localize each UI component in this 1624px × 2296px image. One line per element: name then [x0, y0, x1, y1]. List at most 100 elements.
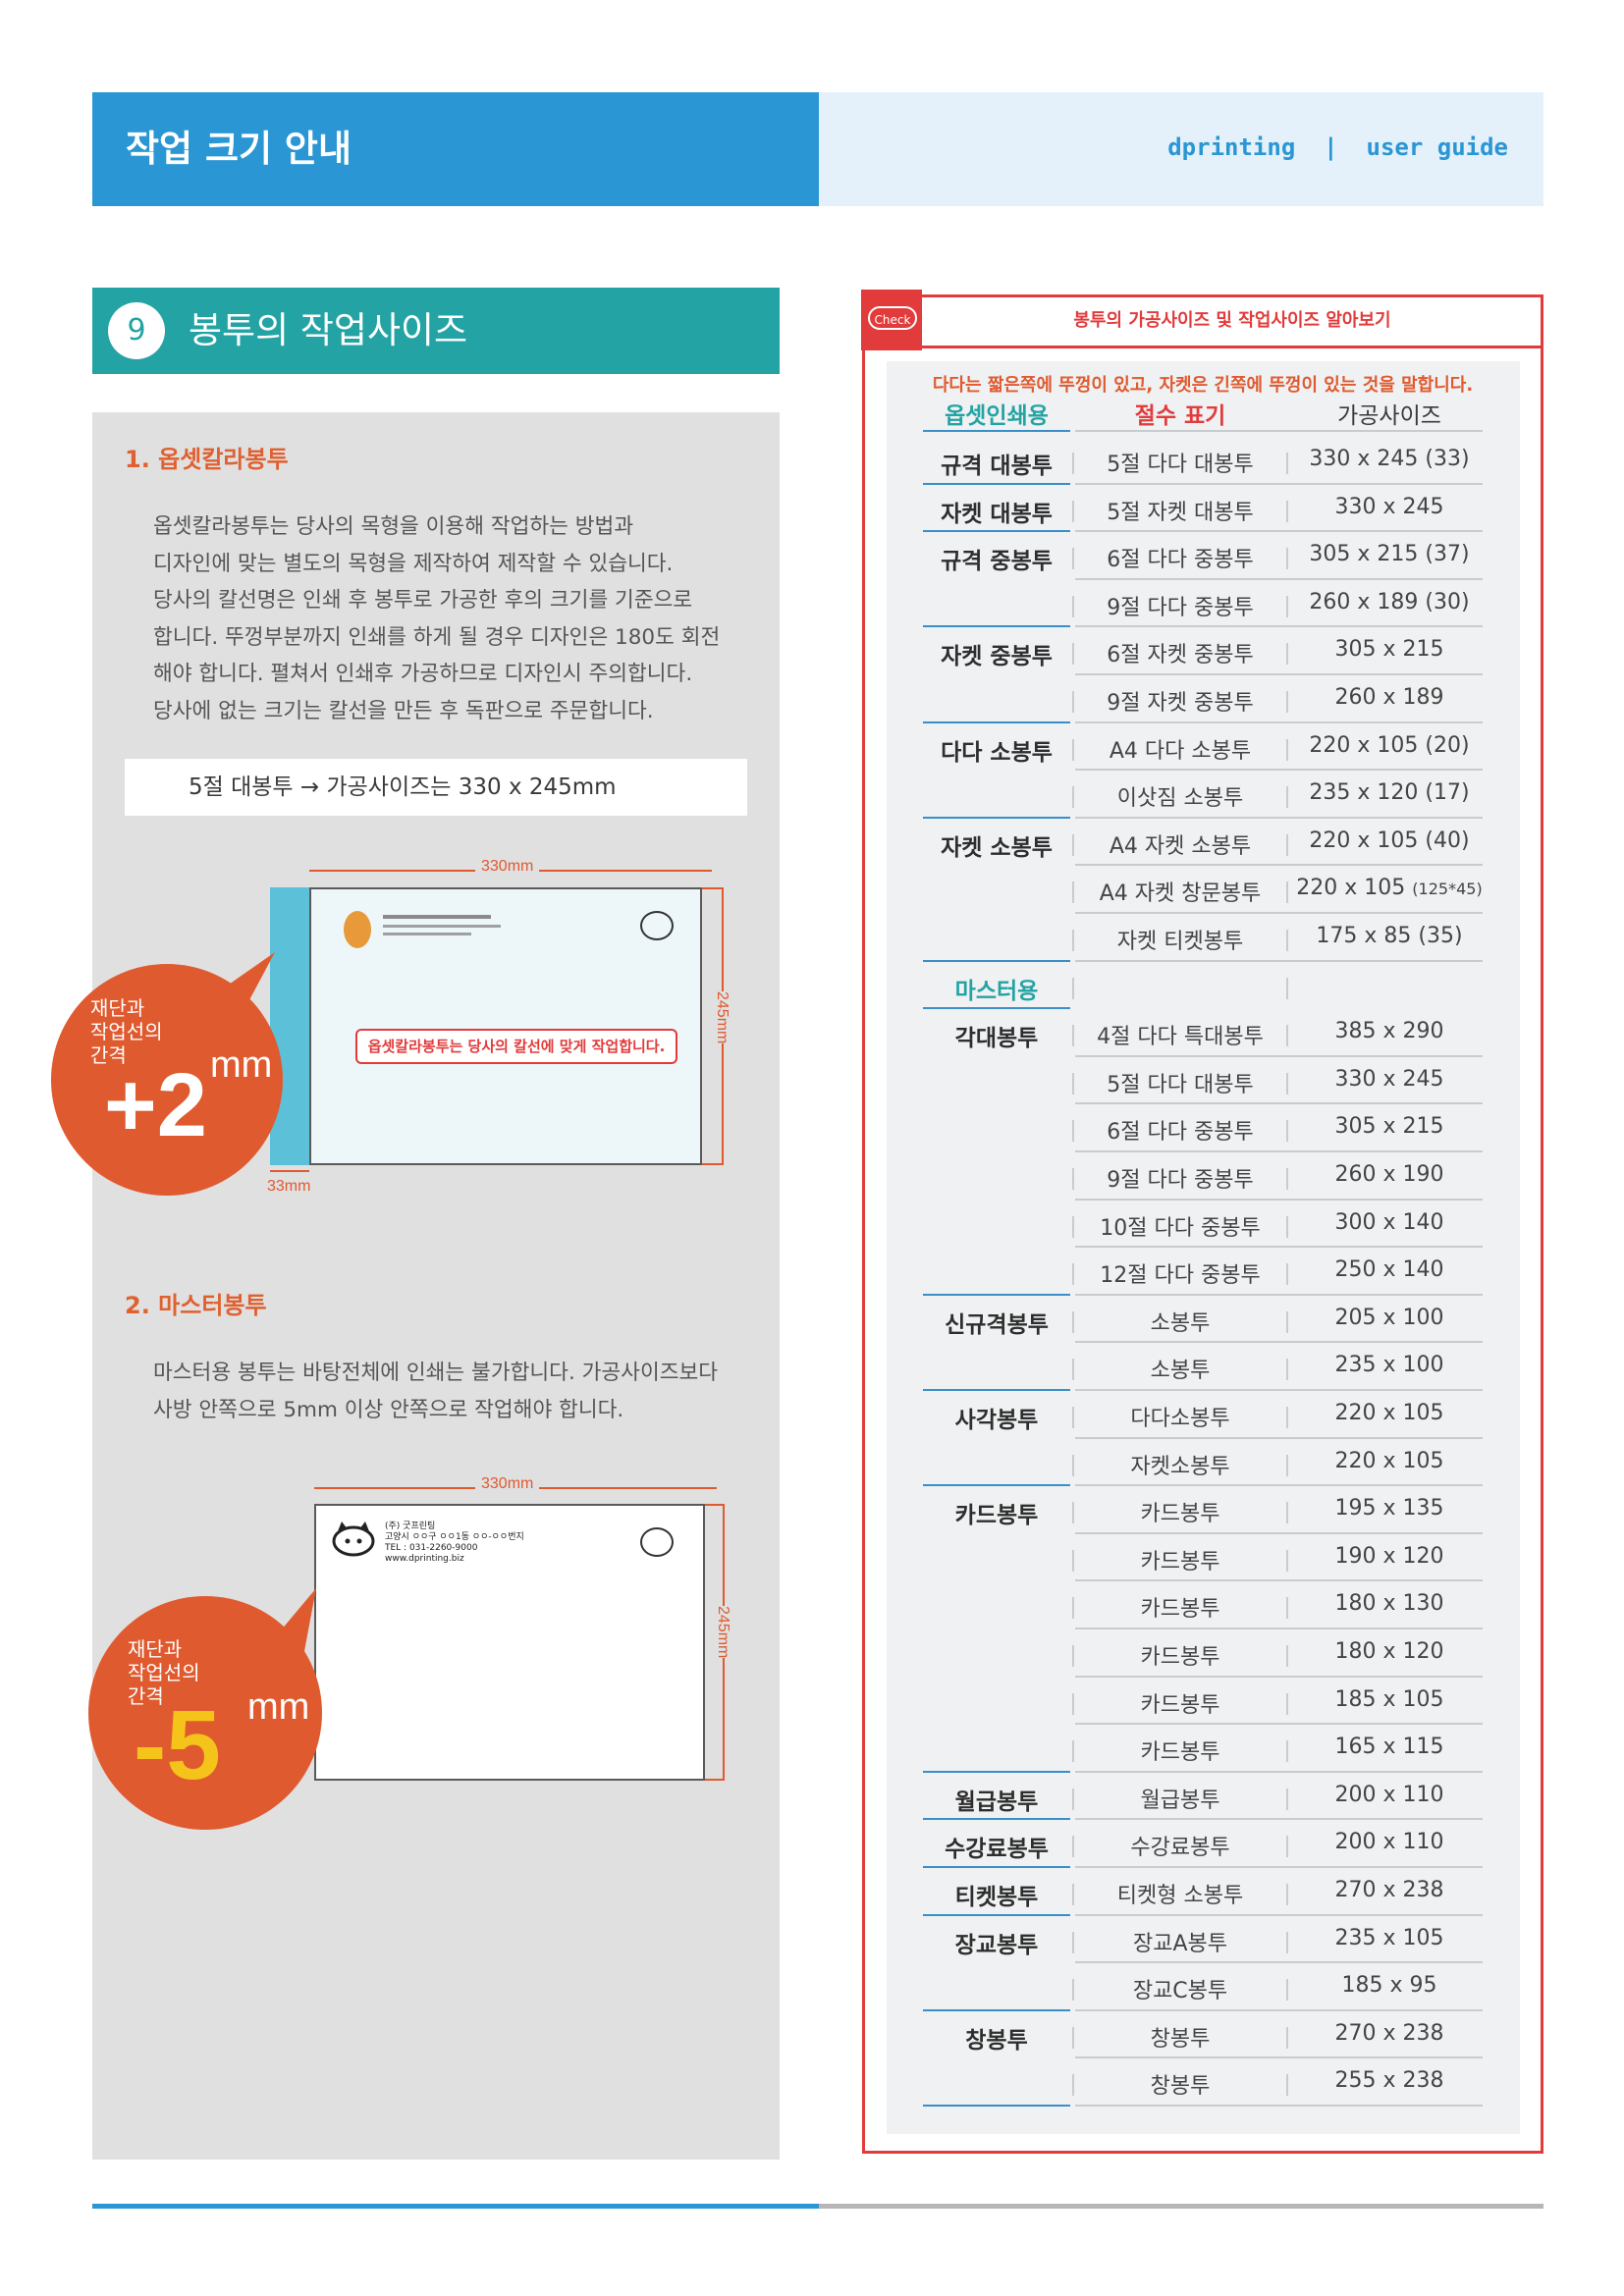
column-separator — [1286, 1359, 1288, 1381]
table-row-size: 270 x 238 — [1334, 1878, 1444, 1902]
column-separator — [1072, 1025, 1074, 1047]
column-separator — [1072, 1884, 1074, 1905]
bubble-line: 재단과 — [90, 996, 145, 1020]
company-info-line: 고양시 ㅇㅇ구 ㅇㅇ1동 ㅇㅇ-ㅇㅇ번지 — [385, 1532, 524, 1542]
group-divider — [923, 2105, 1070, 2107]
table-row-size: 220 x 105 (125*45) — [1296, 876, 1483, 900]
master-section-label: 마스터용 — [954, 978, 1039, 1004]
table-row-size: 220 x 105 (20) — [1309, 732, 1470, 758]
column-header-category: 옵셋인쇄용 — [945, 403, 1049, 429]
row-divider — [1075, 1054, 1483, 1057]
column-separator — [1286, 1740, 1288, 1763]
row-divider — [1075, 1150, 1483, 1152]
group-divider — [923, 721, 1070, 723]
row-divider — [1075, 1102, 1483, 1105]
table-row-size: 235 x 100 — [1334, 1353, 1444, 1378]
table-row-size: 260 x 190 — [1334, 1162, 1444, 1187]
column-separator — [1286, 2026, 1288, 2049]
table-row-cut: 10절 다다 중봉투 — [1100, 1215, 1261, 1241]
table-row-category: 다다 소봉투 — [941, 739, 1053, 766]
row-divider — [1075, 769, 1483, 772]
footer-line — [92, 2204, 819, 2209]
table-row-cut: 창봉투 — [1150, 2026, 1211, 2052]
column-separator — [1072, 1597, 1074, 1620]
table-row-size: 250 x 140 — [1334, 1257, 1444, 1283]
table-row-cut: 6절 다다 중봉투 — [1107, 1120, 1254, 1146]
group-divider — [923, 625, 1070, 628]
table-title: 봉투의 가공사이즈 및 작업사이즈 알아보기 — [1073, 310, 1391, 331]
table-row-size: 185 x 105 — [1334, 1686, 1444, 1712]
master-line: 사방 안쪽으로 5mm 이상 안쪽으로 작업해야 합니다. — [153, 1397, 624, 1422]
row-divider — [1075, 912, 1483, 914]
column-separator — [1286, 1549, 1288, 1572]
offset-line: 당사에 없는 크기는 칼선을 만든 후 독판으로 주문합니다. — [153, 698, 654, 723]
group-divider — [923, 2008, 1070, 2011]
footer-line — [819, 2204, 1543, 2209]
group-divider — [923, 959, 1070, 962]
column-separator — [1072, 1979, 1074, 2002]
table-row-size: 330 x 245 — [1334, 1066, 1444, 1092]
column-separator — [1072, 548, 1074, 570]
column-separator — [1072, 1788, 1074, 1810]
table-row-cut: 9절 다다 중봉투 — [1107, 595, 1254, 620]
group-divider — [923, 1293, 1070, 1296]
table-row-cut: 9절 자켓 중봉투 — [1107, 691, 1254, 716]
group-divider — [923, 1770, 1070, 1773]
table-row-cut: 이삿짐 소봉투 — [1116, 786, 1244, 812]
column-separator — [1286, 1788, 1288, 1810]
master-line: 마스터용 봉투는 바탕전체에 인쇄는 불가합니다. 가공사이즈보다 — [153, 1361, 719, 1385]
row-divider — [1075, 482, 1483, 485]
brand-label: dprinting | user guide — [1167, 133, 1508, 161]
column-separator — [1286, 643, 1288, 666]
row-divider — [1075, 1293, 1483, 1296]
offset-description: 옵셋칼라봉투는 당사의 목형을 이용해 작업하는 방법과 디자인에 맞는 별도의… — [153, 508, 720, 730]
column-separator — [1072, 2074, 1074, 2097]
offset-heading: 1. 옵셋칼라봉투 — [125, 446, 289, 473]
row-divider — [1075, 1484, 1483, 1487]
cat-logo-icon — [332, 1522, 375, 1557]
table-row-size: 220 x 105 (40) — [1309, 828, 1470, 853]
row-divider — [1075, 816, 1483, 819]
bubble-unit: mm — [247, 1686, 310, 1728]
width-label: 330mm — [475, 858, 540, 876]
table-row-category: 자켓 중봉투 — [941, 644, 1053, 670]
column-separator — [1072, 1836, 1074, 1858]
row-divider — [1075, 1531, 1483, 1534]
table-row-cut: 소봉투 — [1150, 1310, 1211, 1336]
bubble-unit: mm — [210, 1044, 273, 1086]
column-separator — [1072, 643, 1074, 666]
table-row-cut: A4 자켓 창문봉투 — [1099, 881, 1262, 907]
table-row-size: 260 x 189 (30) — [1309, 589, 1470, 614]
row-divider — [1075, 1866, 1483, 1868]
group-divider — [923, 1913, 1070, 1916]
group-divider — [923, 816, 1070, 819]
row-divider — [1075, 577, 1483, 580]
address-line — [383, 915, 491, 919]
table-row-cut: 6절 다다 중봉투 — [1107, 548, 1254, 573]
dimension-line — [270, 1170, 309, 1172]
height-label: 245mm — [713, 991, 731, 1044]
table-row-cut: 4절 다다 특대봉투 — [1097, 1025, 1264, 1050]
page-title: 작업 크기 안내 — [126, 128, 352, 170]
column-separator — [1072, 1215, 1074, 1238]
table-row-size: 185 x 95 — [1341, 1973, 1437, 1999]
column-separator — [1286, 1454, 1288, 1476]
table-row-category: 창봉투 — [965, 2027, 1028, 2054]
company-logo-icon — [344, 911, 371, 948]
table-row-category: 규격 대봉투 — [941, 454, 1053, 479]
row-divider — [1075, 1818, 1483, 1821]
bubble-value: -5 — [134, 1690, 221, 1800]
group-divider — [923, 530, 1070, 533]
company-info-line: TEL : 031-2260-9000 — [385, 1543, 478, 1553]
width-label: 330mm — [475, 1475, 540, 1493]
table-row-cut: 5절 다다 대봉투 — [1107, 1072, 1254, 1097]
example-text: 5절 대봉투 → 가공사이즈는 330 x 245mm — [189, 774, 617, 800]
table-row-size: 205 x 100 — [1334, 1305, 1444, 1330]
table-row-category: 카드봉투 — [954, 1503, 1039, 1529]
column-separator — [1286, 1645, 1288, 1667]
column-separator — [1286, 1597, 1288, 1620]
address-line — [383, 933, 471, 935]
column-separator — [1072, 786, 1074, 809]
column-separator — [1286, 1263, 1288, 1286]
column-separator — [1072, 881, 1074, 904]
